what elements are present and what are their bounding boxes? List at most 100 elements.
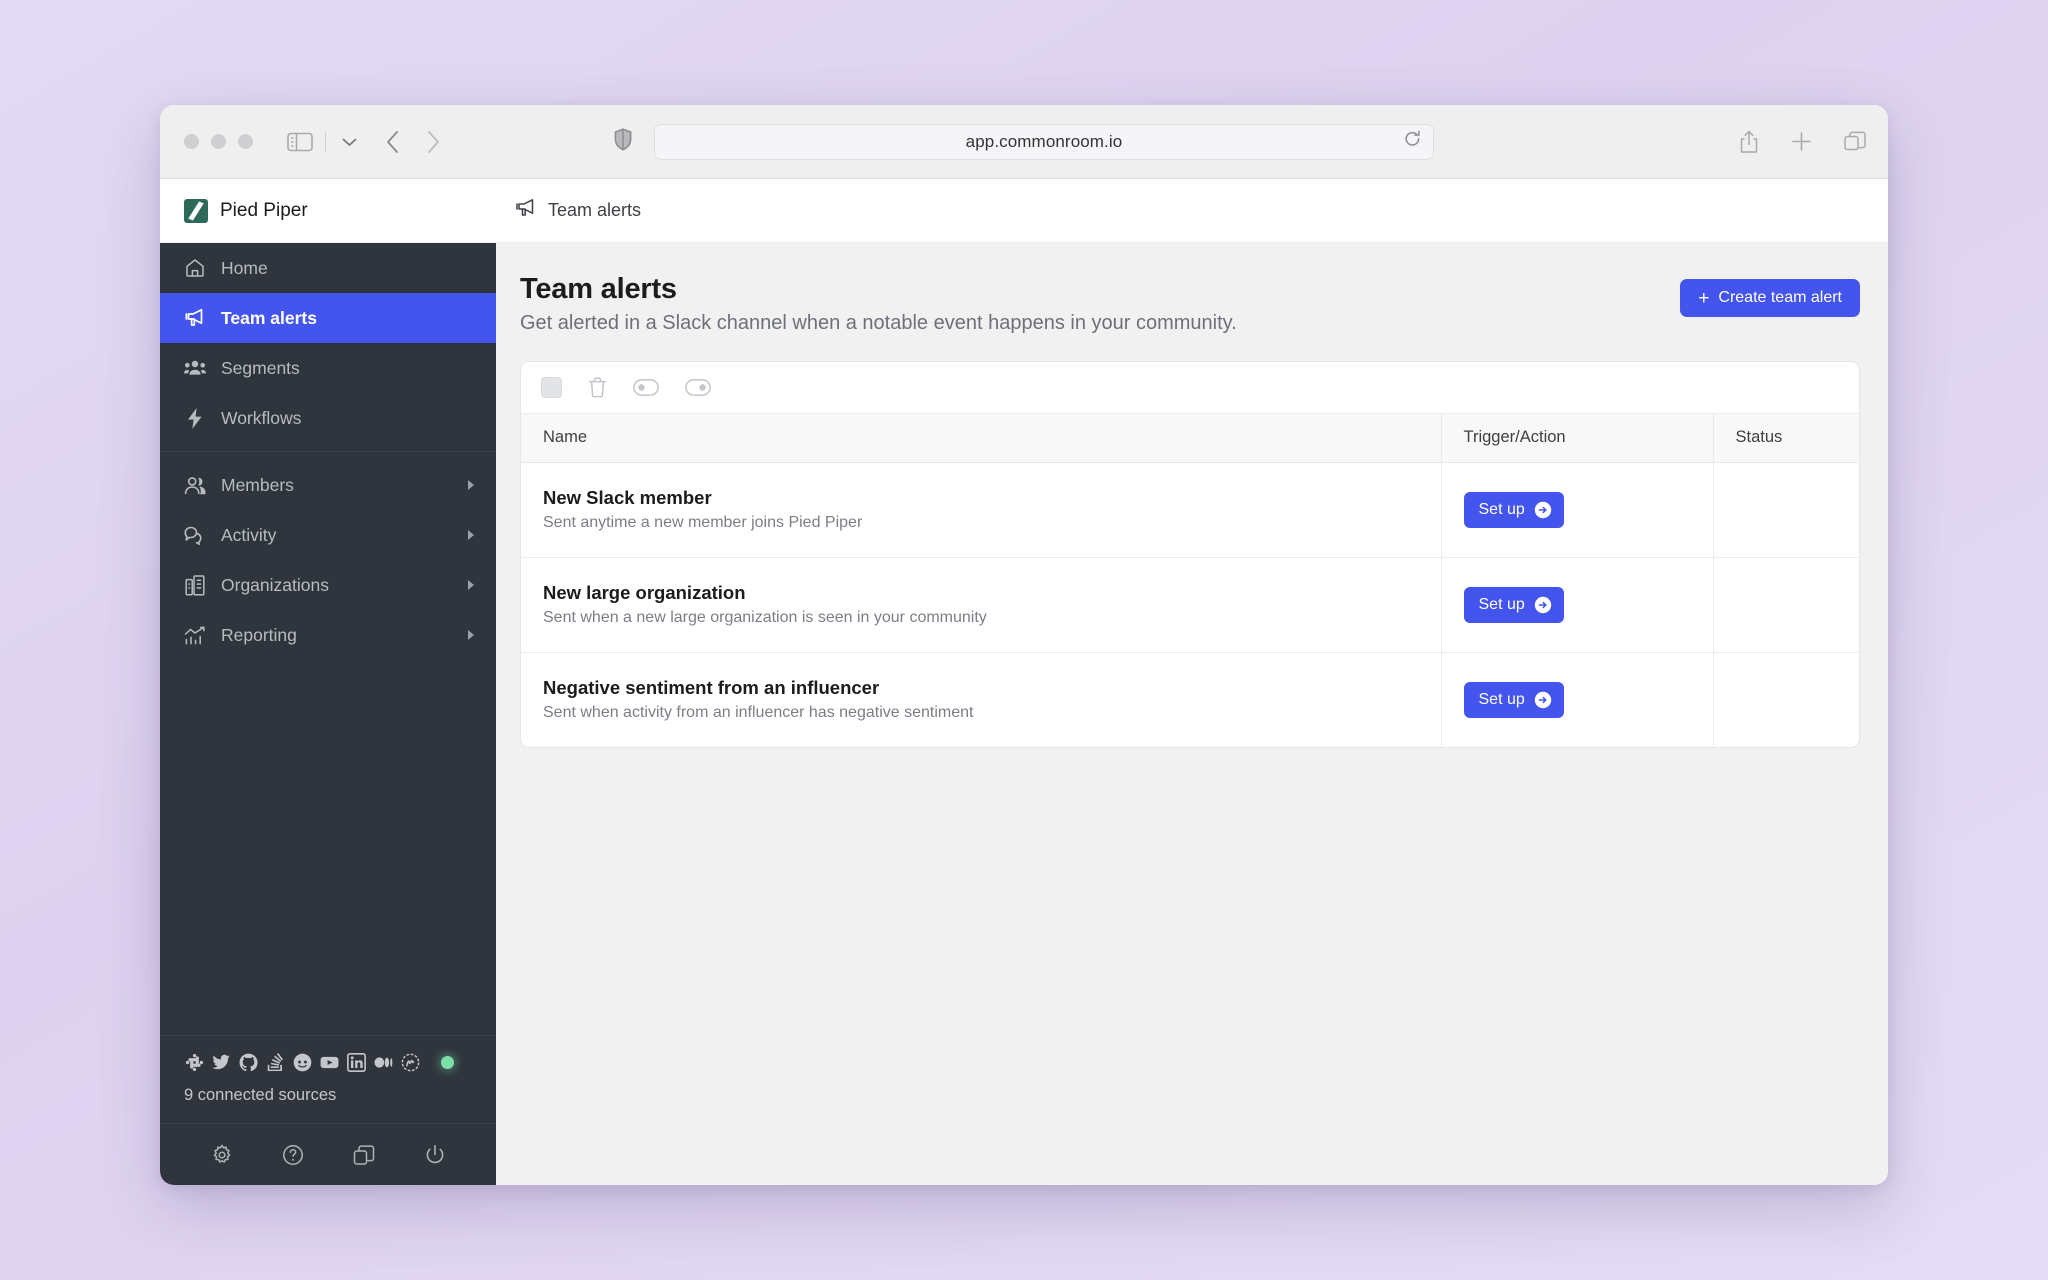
create-team-alert-label: Create team alert <box>1718 289 1842 306</box>
github-icon[interactable] <box>238 1052 258 1072</box>
column-header-name: Name <box>521 414 1441 463</box>
megaphone-icon <box>184 308 206 328</box>
back-arrow-icon[interactable] <box>386 130 400 154</box>
sidebar: Home Team alerts Segments Workflows Memb… <box>160 243 496 1185</box>
toolbar-right-actions <box>1739 130 1866 154</box>
sidebar-item-workflows[interactable]: Workflows <box>160 393 496 443</box>
column-header-trigger-action: Trigger/Action <box>1440 414 1713 463</box>
breadcrumb: Team alerts <box>496 198 641 223</box>
toggle-off-icon[interactable] <box>633 379 659 396</box>
youtube-icon[interactable] <box>319 1052 339 1072</box>
create-team-alert-button[interactable]: + Create team alert <box>1680 279 1860 317</box>
maximize-window-button[interactable] <box>238 134 253 149</box>
activity-icon <box>184 525 206 545</box>
alerts-table-body: New Slack member Sent anytime a new memb… <box>521 462 1859 747</box>
forward-arrow-icon[interactable] <box>426 130 440 154</box>
set-up-button[interactable]: Set up <box>1463 586 1564 623</box>
set-up-button[interactable]: Set up <box>1463 491 1564 528</box>
medium-icon[interactable] <box>373 1052 393 1072</box>
sidebar-item-reporting[interactable]: Reporting <box>160 610 496 660</box>
chevron-down-icon[interactable] <box>338 137 360 147</box>
toolbar-divider <box>325 130 326 153</box>
cell-name: Negative sentiment from an influencer Se… <box>521 652 1441 747</box>
switch-workspace-icon[interactable] <box>353 1144 375 1166</box>
gear-icon[interactable] <box>211 1143 233 1166</box>
shield-icon[interactable] <box>614 127 632 156</box>
share-icon[interactable] <box>1739 130 1759 154</box>
sidebar-divider <box>160 451 496 452</box>
sidebar-item-segments[interactable]: Segments <box>160 343 496 393</box>
plus-icon[interactable] <box>1791 131 1812 152</box>
browser-toolbar: app.commonroom.io <box>160 105 1888 179</box>
page-header-text: Team alerts Get alerted in a Slack chann… <box>520 273 1237 335</box>
browser-window: app.commonroom.io Pied Piper Team alerts… <box>160 105 1888 1185</box>
connected-sources: 9 connected sources <box>160 1035 496 1123</box>
set-up-button[interactable]: Set up <box>1463 681 1564 718</box>
status-dot <box>441 1055 454 1069</box>
members-icon <box>184 476 206 495</box>
cell-name: New Slack member Sent anytime a new memb… <box>521 462 1441 558</box>
twitter-icon[interactable] <box>211 1052 231 1072</box>
sidebar-item-organizations[interactable]: Organizations <box>160 560 496 610</box>
sidebar-item-label: Activity <box>221 524 277 545</box>
table-row[interactable]: New Slack member Sent anytime a new memb… <box>521 462 1859 558</box>
alert-name: New Slack member <box>543 487 712 508</box>
reload-icon[interactable] <box>1404 130 1421 153</box>
sidebar-toggle-icon[interactable] <box>287 132 313 152</box>
alert-description: Sent anytime a new member joins Pied Pip… <box>543 514 863 531</box>
cell-status <box>1712 652 1859 747</box>
page-title: Team alerts <box>520 273 677 305</box>
toggle-on-icon[interactable] <box>685 379 711 396</box>
megaphone-icon <box>516 198 537 223</box>
column-header-status: Status <box>1712 414 1859 463</box>
arrow-right-circle-icon <box>1534 691 1552 709</box>
pied-piper-logo <box>184 198 208 223</box>
tab-overview-icon[interactable] <box>1844 131 1866 153</box>
minimize-window-button[interactable] <box>211 134 226 149</box>
trash-icon[interactable] <box>588 377 607 398</box>
set-up-label: Set up <box>1478 500 1525 518</box>
workspace-brand[interactable]: Pied Piper <box>160 198 496 223</box>
help-icon[interactable] <box>282 1144 304 1166</box>
sidebar-item-label: Reporting <box>221 624 297 645</box>
lightning-icon <box>184 407 206 429</box>
chevron-right-icon <box>468 630 474 640</box>
plus-icon: + <box>1698 287 1710 309</box>
table-row[interactable]: Negative sentiment from an influencer Se… <box>521 652 1859 747</box>
cell-trigger-action: Set up <box>1440 557 1713 653</box>
alert-description: Sent when a new large organization is se… <box>543 609 987 626</box>
reddit-icon[interactable] <box>292 1052 312 1072</box>
linkedin-icon[interactable] <box>346 1052 366 1072</box>
meetup-icon[interactable] <box>400 1052 420 1072</box>
table-row[interactable]: New large organization Sent when a new l… <box>521 557 1859 653</box>
stackoverflow-icon[interactable] <box>265 1052 285 1072</box>
sidebar-item-label: Home <box>221 257 268 278</box>
power-icon[interactable] <box>424 1144 446 1166</box>
connected-sources-icons <box>184 1052 472 1072</box>
main-content: Team alerts Get alerted in a Slack chann… <box>496 243 1888 1185</box>
sidebar-item-members[interactable]: Members <box>160 460 496 510</box>
select-all-checkbox[interactable] <box>541 377 562 398</box>
traffic-lights <box>184 134 253 149</box>
cell-name: New large organization Sent when a new l… <box>521 557 1441 653</box>
table-toolbar <box>521 362 1859 414</box>
alerts-table: Name Trigger/Action Status New Slack mem… <box>521 414 1859 747</box>
alert-name: Negative sentiment from an influencer <box>543 677 880 699</box>
slack-icon[interactable] <box>184 1052 204 1072</box>
url-input[interactable]: app.commonroom.io <box>654 123 1434 160</box>
sidebar-item-activity[interactable]: Activity <box>160 510 496 560</box>
cell-status <box>1712 462 1859 558</box>
sidebar-item-team-alerts[interactable]: Team alerts <box>160 293 496 343</box>
alert-name: New large organization <box>543 582 746 603</box>
app-topbar: Pied Piper Team alerts <box>160 179 1888 243</box>
workspace-name: Pied Piper <box>220 199 308 221</box>
sidebar-nav-list: Home Team alerts Segments Workflows Memb… <box>160 243 496 660</box>
close-window-button[interactable] <box>184 134 199 149</box>
sidebar-item-label: Workflows <box>221 407 302 428</box>
sidebar-item-label: Segments <box>221 357 300 378</box>
sidebar-item-label: Organizations <box>221 574 329 595</box>
sidebar-item-label: Members <box>221 474 294 495</box>
organizations-icon <box>184 574 206 596</box>
sidebar-item-home[interactable]: Home <box>160 243 496 293</box>
